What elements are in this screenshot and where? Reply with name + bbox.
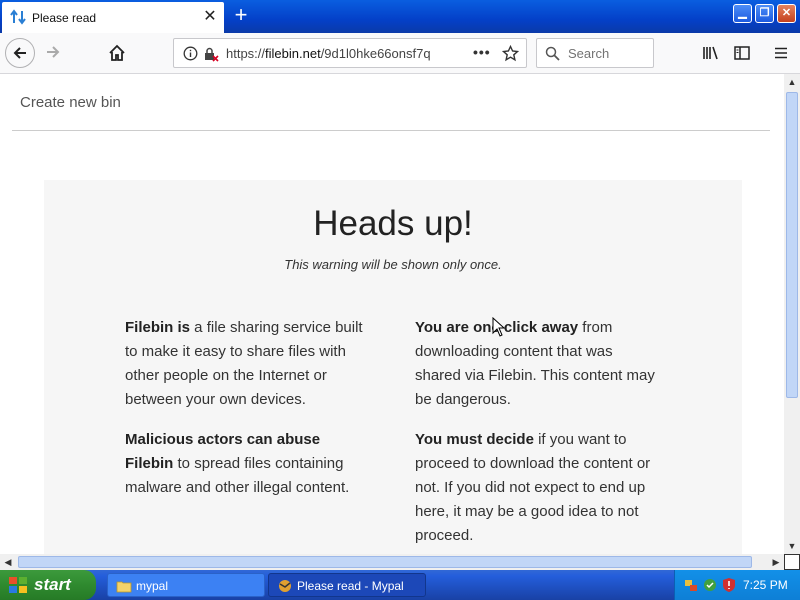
mouse-cursor-icon — [492, 317, 506, 337]
url-domain: filebin.net — [265, 46, 321, 61]
transfer-arrows-icon — [10, 9, 26, 25]
forward-button[interactable] — [38, 38, 68, 68]
url-text: https://filebin.net/9d1l0hke66onsf7q — [226, 46, 436, 61]
scroll-down-arrow-icon[interactable]: ▼ — [784, 538, 800, 554]
network-icon[interactable] — [683, 577, 699, 593]
windows-flag-icon — [9, 577, 27, 593]
library-glyph-icon — [703, 46, 718, 60]
nav-bar: https://filebin.net/9d1l0hke66onsf7q •••… — [0, 33, 800, 74]
scroll-right-arrow-icon[interactable]: ▶ — [768, 554, 784, 570]
home-button[interactable] — [102, 38, 132, 68]
url-prefix: https:// — [226, 46, 266, 61]
tab-title: Please read — [32, 11, 97, 25]
home-icon — [109, 44, 125, 61]
start-button[interactable]: start — [0, 570, 96, 600]
system-tray: 7:25 PM — [674, 570, 800, 600]
horizontal-scrollbar[interactable]: ◀ ▶ — [0, 554, 784, 570]
warning-subtitle: This warning will be shown only once. — [284, 257, 502, 272]
vertical-scroll-thumb[interactable] — [786, 92, 798, 398]
page-content: Create new bin Heads up! This warning wi… — [0, 74, 784, 554]
tab-please-read[interactable]: Please read ✕ — [2, 2, 224, 33]
minimize-button[interactable]: ▁ — [733, 4, 752, 23]
divider — [12, 130, 770, 131]
bookmark-star-icon[interactable] — [502, 45, 519, 62]
horizontal-scroll-thumb[interactable] — [18, 556, 752, 568]
url-bar[interactable]: https://filebin.net/9d1l0hke66onsf7q ••• — [173, 38, 527, 68]
scroll-up-arrow-icon[interactable]: ▲ — [784, 74, 800, 90]
search-input[interactable]: Search — [536, 38, 654, 68]
page-title: Heads up! — [313, 204, 473, 243]
menu-hamburger-icon[interactable] — [770, 42, 792, 64]
folder-icon — [116, 581, 132, 593]
restore-button[interactable]: ❐ — [755, 4, 774, 23]
warning-card: Heads up! This warning will be shown onl… — [44, 180, 742, 554]
security-icon[interactable] — [702, 577, 718, 593]
url-path: /9d1l0hke66onsf7q — [320, 46, 431, 61]
info-icon[interactable] — [183, 46, 198, 61]
sidebar-glyph-icon — [734, 46, 750, 60]
library-icon[interactable] — [699, 42, 721, 64]
paragraph-bold: Filebin is — [125, 319, 191, 336]
clock: 7:25 PM — [743, 578, 788, 592]
close-window-button[interactable]: ✕ — [777, 4, 796, 23]
page-actions-icon[interactable]: ••• — [473, 44, 491, 60]
paragraph-malicious-actors: Malicious actors can abuse Filebin to sp… — [125, 428, 369, 500]
paragraph-bold: You must decide — [415, 431, 534, 448]
paragraph-filebin-intro: Filebin is a file sharing service built … — [125, 316, 369, 412]
back-arrow-icon — [13, 47, 26, 59]
tab-close-icon[interactable]: ✕ — [201, 7, 219, 27]
insecure-lock-icon[interactable] — [203, 46, 219, 62]
hamburger-glyph-icon — [775, 47, 787, 59]
new-tab-button[interactable]: + — [229, 4, 253, 28]
search-placeholder: Search — [568, 46, 610, 61]
tab-bar: Please read ✕ + ▁ ❐ ✕ — [0, 0, 800, 33]
sidebar-icon[interactable] — [731, 42, 753, 64]
paragraph-one-click-away: You are one click away from downloading … — [415, 316, 659, 412]
scroll-left-arrow-icon[interactable]: ◀ — [0, 554, 16, 570]
search-icon — [545, 46, 560, 61]
forward-arrow-icon — [47, 46, 60, 58]
create-new-bin-link[interactable]: Create new bin — [20, 94, 121, 111]
taskbar: start mypal Please read - Mypal 7:25 PM — [0, 570, 800, 600]
paragraph-you-must-decide: You must decide if you want to proceed t… — [415, 428, 659, 548]
scrollbar-corner — [784, 554, 800, 570]
taskbar-item-label: mypal — [136, 579, 169, 593]
taskbar-item-mypal-folder[interactable]: mypal — [107, 573, 265, 597]
mypal-browser-icon — [279, 580, 291, 592]
taskbar-item-please-read[interactable]: Please read - Mypal — [268, 573, 426, 597]
start-label: start — [34, 575, 71, 594]
taskbar-item-label: Please read - Mypal — [297, 579, 404, 593]
back-button[interactable] — [5, 38, 35, 68]
shield-alert-icon[interactable] — [721, 577, 737, 593]
vertical-scrollbar[interactable]: ▲ ▼ — [784, 74, 800, 554]
